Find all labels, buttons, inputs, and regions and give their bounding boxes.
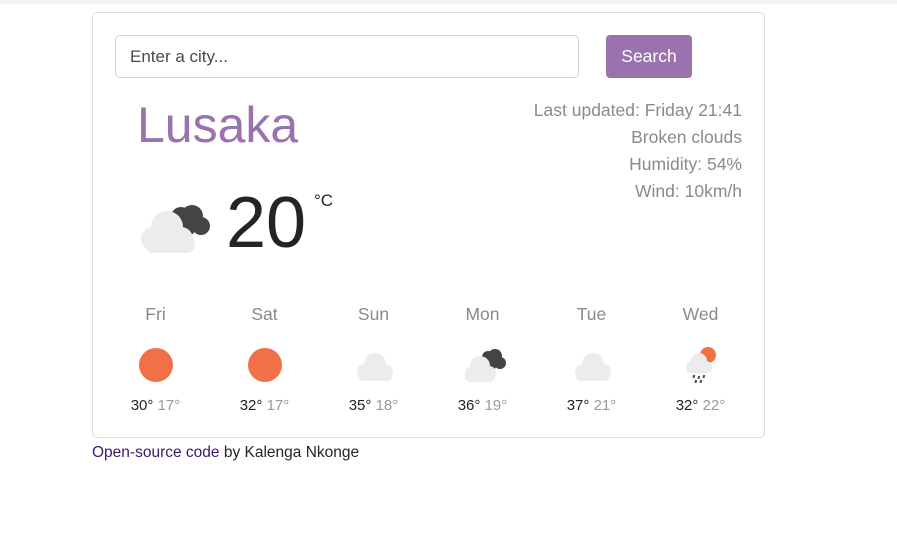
min-temp: 19° bbox=[484, 397, 508, 414]
day-name: Wed bbox=[682, 304, 719, 324]
top-bar bbox=[0, 0, 897, 4]
forecast-day-wed: Wed 32° 22° bbox=[646, 299, 755, 414]
min-temp: 18° bbox=[375, 397, 399, 414]
humidity: Humidity: 54% bbox=[629, 154, 742, 174]
day-name: Tue bbox=[576, 304, 607, 324]
footer: Open-source code by Kalenga Nkonge bbox=[92, 444, 359, 462]
day-temperatures: 32° 22° bbox=[646, 397, 755, 414]
open-source-code-link[interactable]: Open-source code bbox=[92, 444, 220, 461]
weather-card: Search Lusaka 20 °C Last updated: Friday… bbox=[92, 12, 765, 438]
min-temp: 22° bbox=[702, 397, 726, 414]
min-temp: 17° bbox=[266, 397, 290, 414]
sun-icon bbox=[138, 348, 173, 382]
sun-icon bbox=[247, 348, 282, 382]
footer-author: by Kalenga Nkonge bbox=[219, 444, 360, 461]
cloud-icon bbox=[574, 353, 611, 381]
day-name: Fri bbox=[145, 304, 166, 324]
city-search-input[interactable] bbox=[115, 35, 579, 78]
rain-sun-icon bbox=[685, 347, 716, 384]
weather-details: Last updated: Friday 21:41 Broken clouds… bbox=[534, 97, 742, 205]
max-temp: 36° bbox=[457, 397, 481, 414]
max-temp: 35° bbox=[348, 397, 372, 414]
forecast-day-fri: Fri 30° 17° bbox=[101, 299, 210, 414]
day-name: Sun bbox=[357, 304, 390, 324]
forecast-day-sun: Sun 35° 18° bbox=[319, 299, 428, 414]
day-temperatures: 32° 17° bbox=[210, 397, 319, 414]
temperature-unit: °C bbox=[314, 191, 334, 210]
cloud-icon bbox=[356, 353, 393, 381]
weather-description: Broken clouds bbox=[631, 127, 742, 147]
broken-clouds-icon bbox=[464, 349, 506, 382]
day-temperatures: 35° 18° bbox=[319, 397, 428, 414]
day-temperatures: 37° 21° bbox=[537, 397, 646, 414]
min-temp: 21° bbox=[593, 397, 617, 414]
day-temperatures: 36° 19° bbox=[428, 397, 537, 414]
day-temperatures: 30° 17° bbox=[101, 397, 210, 414]
forecast: Fri 30° 17° Sat 32° 17° Sun 35° 18° Mon … bbox=[101, 299, 756, 429]
max-temp: 37° bbox=[566, 397, 590, 414]
max-temp: 30° bbox=[130, 397, 154, 414]
max-temp: 32° bbox=[239, 397, 263, 414]
forecast-day-mon: Mon 36° 19° bbox=[428, 299, 537, 414]
forecast-day-tue: Tue 37° 21° bbox=[537, 299, 646, 414]
forecast-day-sat: Sat 32° 17° bbox=[210, 299, 319, 414]
current-temperature: 20 bbox=[226, 183, 307, 263]
last-updated: Last updated: Friday 21:41 bbox=[533, 100, 742, 120]
wind: Wind: 10km/h bbox=[635, 181, 742, 201]
broken-clouds-icon bbox=[141, 205, 210, 253]
city-name: Lusaka bbox=[137, 97, 299, 153]
max-temp: 32° bbox=[675, 397, 699, 414]
day-name: Sat bbox=[251, 304, 278, 324]
day-name: Mon bbox=[465, 304, 500, 324]
min-temp: 17° bbox=[157, 397, 181, 414]
search-button[interactable]: Search bbox=[606, 35, 692, 78]
